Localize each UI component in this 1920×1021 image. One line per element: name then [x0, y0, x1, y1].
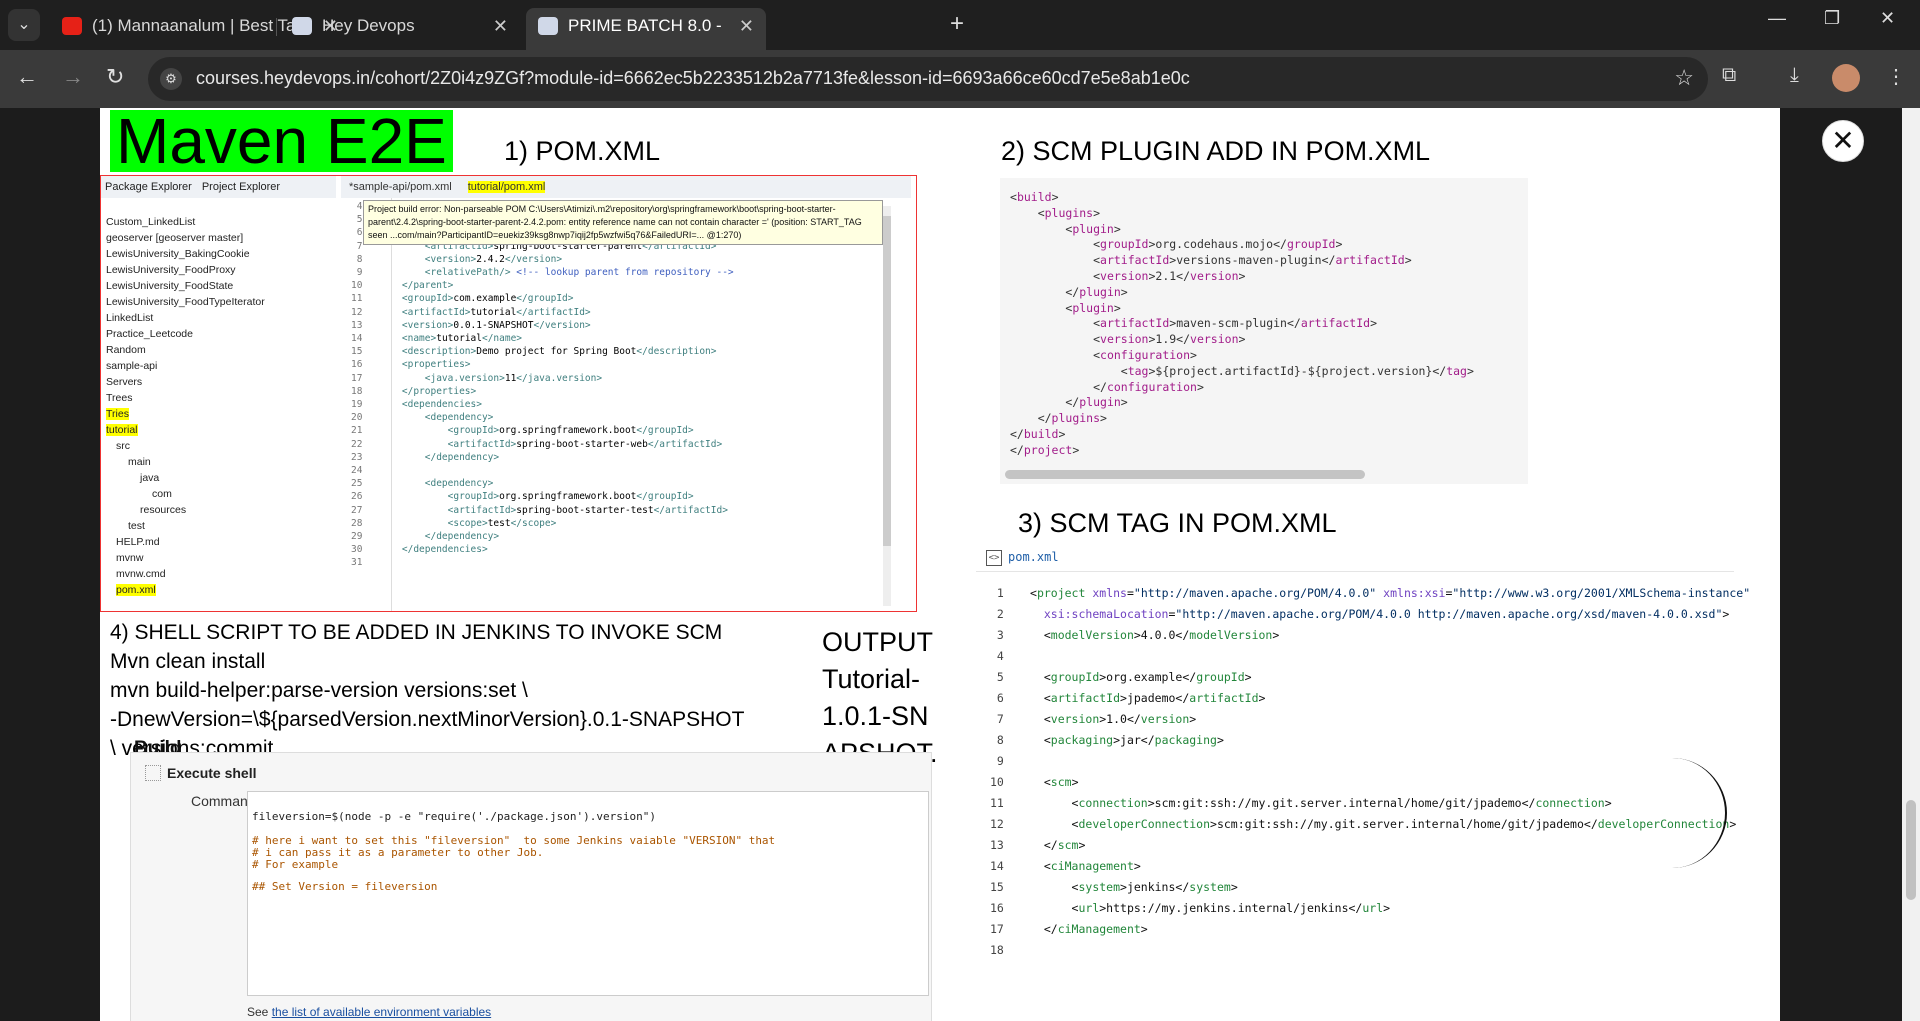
new-tab-button[interactable]: + [950, 10, 964, 38]
heading-scm-tag: 3) SCM TAG IN POM.XML [1018, 508, 1337, 538]
slide-title: Maven E2E [110, 109, 453, 173]
editor-scroll-thumb [883, 216, 891, 546]
forward-icon[interactable]: → [62, 64, 84, 90]
code-file-icon: <> [986, 549, 1002, 566]
tree-item: LewisUniversity_FoodProxy [106, 264, 236, 276]
tree-item: java [140, 472, 160, 484]
page-icon [538, 17, 558, 35]
env-vars-hint: See the list of available environment va… [247, 1005, 491, 1019]
download-icon[interactable]: ⤓ [1790, 64, 1799, 87]
tab-hey-devops[interactable]: Hey Devops ✕ [280, 8, 520, 44]
editor-tab-active: tutorial/pom.xml [467, 181, 546, 193]
tree-item: resources [140, 504, 187, 516]
shell-heading: 4) SHELL SCRIPT TO BE ADDED IN JENKINS T… [110, 621, 723, 644]
window-close-icon[interactable]: ✕ [1880, 8, 1895, 29]
hint-text: See [247, 1005, 269, 1019]
scm-plugin-code: <build> <plugins> <plugin> <groupId>org.… [1000, 178, 1528, 484]
extensions-icon[interactable]: ⧉ [1722, 64, 1736, 87]
tree-item: LewisUniversity_BakingCookie [106, 248, 250, 260]
code-line: # For example [252, 858, 339, 871]
command-textarea[interactable]: fileversion=$(node -p -e "require('./pac… [247, 791, 929, 996]
shell-line: -DnewVersion=\${parsedVersion.nextMinorV… [110, 708, 745, 731]
tree-item: pom.xml [116, 584, 156, 596]
page-icon [292, 17, 312, 35]
eclipse-screenshot: Package Explorer Project Explorer Custom_… [100, 175, 917, 612]
tree-item: LewisUniversity_FoodState [106, 280, 234, 292]
youtube-icon [62, 17, 82, 35]
tree-item: main [128, 456, 151, 468]
code-line: ## Set Version = fileversion [252, 880, 438, 893]
editor-tab: *sample-api/pom.xml [349, 181, 452, 193]
section-title: Execute shell [167, 765, 257, 781]
command-label: Command [191, 793, 256, 809]
project-tree: Custom_LinkedList geoserver [geoserver m… [106, 214, 265, 598]
shell-script-notes: 4) SHELL SCRIPT TO BE ADDED IN JENKINS T… [110, 618, 744, 763]
explorer-tabs: Package Explorer Project Explorer [101, 176, 336, 198]
tab-prime-batch[interactable]: PRIME BATCH 8.0 - 100% Job Re ✕ [526, 8, 766, 50]
tab-title: Hey Devops [322, 16, 415, 35]
avatar[interactable] [1832, 64, 1860, 92]
env-vars-link[interactable]: the list of available environment variab… [272, 1005, 491, 1019]
file-name: pom.xml [1008, 550, 1059, 564]
heading-pom: 1) POM.XML [504, 136, 661, 166]
tab-search-button[interactable]: ⌄ [8, 9, 40, 41]
minimize-icon[interactable]: — [1768, 8, 1786, 29]
tree-item: Custom_LinkedList [106, 216, 196, 228]
toolbar: ← → ↻ ⚙ courses.heydevops.in/cohort/2Z0i… [0, 50, 1920, 108]
restore-icon[interactable]: ❐ [1824, 8, 1840, 29]
jenkins-execute-shell: Execute shell Command fileversion=$(node… [130, 752, 932, 1021]
tree-item: mvnw [116, 552, 144, 564]
menu-icon[interactable]: ⋮ [1886, 64, 1906, 89]
bookmark-star-icon[interactable]: ☆ [1674, 65, 1694, 91]
shell-line: Mvn clean install [110, 650, 266, 673]
tab-title: (1) Mannaanalum | Best Tamil D [92, 16, 310, 35]
editor-code: 4 <modelVersion>4.0.0</modelVersion> 5 <… [351, 201, 734, 569]
tab-package-explorer: Package Explorer [105, 181, 192, 193]
tree-item: geoserver [geoserver master] [106, 232, 244, 244]
output-label: OUTPUT [822, 627, 933, 657]
tab-project-explorer: Project Explorer [201, 181, 281, 193]
page-scroll-thumb[interactable] [1906, 800, 1916, 900]
lesson-image: Maven E2E 1) POM.XML 2) SCM PLUGIN ADD I… [100, 108, 1780, 1021]
error-tooltip: Project build error: Non-parseable POM C… [363, 200, 883, 245]
site-info-icon[interactable]: ⚙ [160, 68, 182, 90]
tab-strip: ⌄ (1) Mannaanalum | Best Tamil D ✕ Hey D… [0, 0, 1920, 50]
shell-line: mvn build-helper:parse-version versions:… [110, 679, 528, 702]
close-icon[interactable]: ✕ [1822, 120, 1864, 162]
heading-scm-plugin: 2) SCM PLUGIN ADD IN POM.XML [1001, 136, 1431, 166]
code-line: fileversion=$(node -p -e "require('./pac… [252, 810, 656, 823]
address-bar[interactable]: ⚙ courses.heydevops.in/cohort/2Z0i4z9ZGf… [148, 57, 1708, 101]
pom-xml-card: <> pom.xml 1 <project xmlns="http://maven.… [976, 543, 1750, 957]
close-tab-icon[interactable]: ✕ [493, 8, 508, 44]
file-header: <> pom.xml [976, 543, 1734, 572]
tree-item: HELP.md [116, 536, 160, 548]
tree-item: tutorial [106, 424, 138, 436]
code-horizontal-scrollbar [1005, 470, 1365, 479]
tab-title: PRIME BATCH 8.0 - 100% Job Re [568, 16, 726, 35]
reload-icon[interactable]: ↻ [106, 64, 124, 90]
tree-item: mvnw.cmd [116, 568, 166, 580]
tree-item: LinkedList [106, 312, 154, 324]
tree-item: Servers [106, 376, 143, 388]
tree-item: Random [106, 344, 146, 356]
url-text: courses.heydevops.in/cohort/2Z0i4z9ZGf?m… [196, 68, 1190, 88]
editor-tabs: *sample-api/pom.xml tutorial/pom.xml [341, 176, 911, 198]
pom-code: 1 <project xmlns="http://maven.apache.org… [990, 586, 1751, 957]
drag-handle-icon[interactable] [145, 765, 161, 781]
tree-item: src [116, 440, 130, 452]
tree-item: com [152, 488, 172, 500]
tree-item: sample-api [106, 360, 158, 372]
tree-item: test [128, 520, 145, 532]
close-tab-icon[interactable]: ✕ [739, 8, 754, 44]
tree-item: Trees [106, 392, 133, 404]
back-icon[interactable]: ← [16, 64, 38, 90]
tree-item: LewisUniversity_FoodTypeIterator [106, 296, 265, 308]
tree-item: Tries [106, 408, 129, 420]
tree-item: Practice_Leetcode [106, 328, 193, 340]
